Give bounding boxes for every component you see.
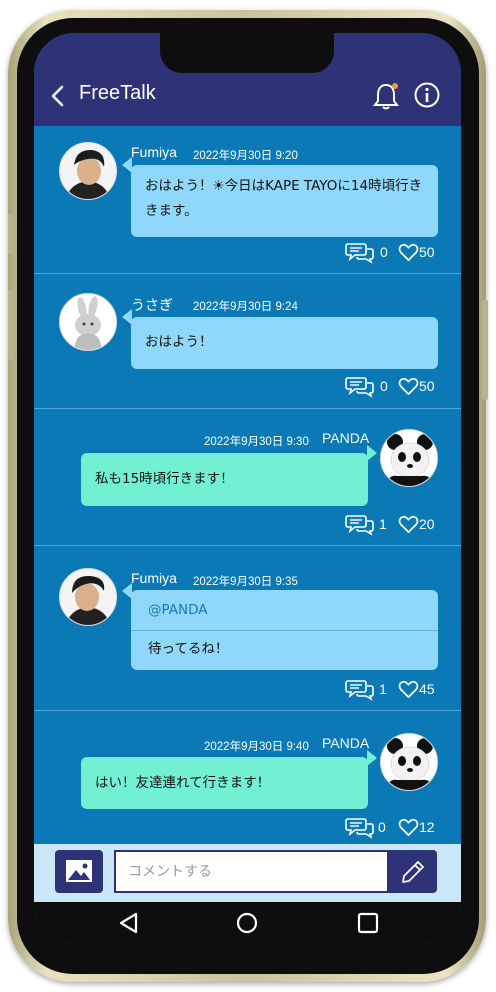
comment-bubbles-icon[interactable] — [345, 376, 375, 398]
like-count: 50 — [419, 244, 435, 260]
message-line: おはよう！ — [145, 334, 213, 350]
message-line: きます。 — [145, 203, 198, 219]
heart-icon[interactable] — [398, 515, 419, 534]
message-bubble[interactable]: はい！友達連れて行きます！ — [81, 757, 368, 809]
message-bubble[interactable]: 私も15時頃行きます！ — [81, 453, 368, 506]
message-divider — [34, 545, 461, 546]
message-username: PANDA — [322, 430, 370, 446]
avatar-panda[interactable] — [380, 733, 438, 791]
message-bubble[interactable]: おはよう！ — [131, 317, 438, 369]
comment-count: 1 — [379, 681, 387, 697]
side-button-left-2 — [8, 290, 14, 360]
message-divider — [34, 273, 461, 274]
bubble-tail — [367, 750, 377, 766]
comment-count: 0 — [380, 378, 388, 394]
image-icon — [66, 860, 92, 882]
comment-bubbles-icon[interactable] — [345, 679, 375, 701]
bubble-separator — [131, 630, 438, 631]
chevron-left-icon[interactable] — [48, 84, 68, 108]
message-username: うさぎ — [131, 297, 173, 313]
side-button-left — [8, 214, 14, 254]
message-bubble[interactable]: @PANDA 待ってるね！ — [131, 590, 438, 670]
notification-dot — [392, 83, 398, 89]
triangle-back-icon[interactable] — [116, 910, 142, 936]
page-title: FreeTalk — [79, 82, 156, 104]
heart-icon[interactable] — [398, 243, 419, 262]
app-header: FreeTalk — [34, 33, 461, 126]
camera-notch — [160, 33, 334, 73]
message-timestamp: 2022年9月30日 9:30 — [204, 436, 309, 448]
avatar-fumiya[interactable] — [59, 568, 117, 626]
message-divider — [34, 408, 461, 409]
avatar-fumiya[interactable] — [59, 142, 117, 200]
comment-bubbles-icon[interactable] — [345, 514, 375, 536]
message-timestamp: 2022年9月30日 9:40 — [204, 741, 309, 753]
comment-count: 0 — [380, 244, 388, 260]
like-count: 45 — [419, 681, 435, 697]
avatar-usagi[interactable] — [59, 293, 117, 351]
pencil-icon — [402, 861, 424, 883]
comment-input[interactable]: コメントする — [114, 850, 389, 893]
comment-composer: コメントする — [34, 844, 461, 902]
message-line: おはよう！☀今日はKAPE TAYOに14時頃行き — [145, 178, 423, 194]
square-recent-icon[interactable] — [355, 910, 381, 936]
message-line: 待ってるね！ — [148, 641, 229, 657]
like-count: 12 — [419, 819, 435, 835]
message-timestamp: 2022年9月30日 9:24 — [193, 301, 298, 313]
heart-icon[interactable] — [398, 680, 419, 699]
comment-count: 0 — [378, 819, 386, 835]
avatar-panda[interactable] — [380, 429, 438, 487]
like-count: 50 — [419, 378, 435, 394]
info-icon[interactable] — [414, 82, 440, 108]
message-username: PANDA — [322, 735, 370, 751]
app-screen: FreeTalk Fumiya 2022年9月30日 9:20 おはよう！☀今日… — [34, 33, 461, 944]
post-comment-button[interactable] — [389, 850, 437, 893]
message-line: はい！友達連れて行きます！ — [95, 775, 271, 791]
comment-bubbles-icon[interactable] — [345, 817, 375, 839]
message-username: Fumiya — [131, 570, 177, 586]
message-username: Fumiya — [131, 144, 177, 160]
message-timestamp: 2022年9月30日 9:20 — [193, 150, 298, 162]
comment-bubbles-icon[interactable] — [345, 242, 375, 264]
side-button-right — [482, 300, 488, 400]
heart-icon[interactable] — [398, 818, 419, 837]
message-bubble[interactable]: おはよう！☀今日はKAPE TAYOに14時頃行き きます。 — [131, 165, 438, 237]
message-divider — [34, 710, 461, 711]
mention-tag[interactable]: @PANDA — [148, 598, 208, 623]
circle-home-icon[interactable] — [234, 910, 260, 936]
message-line: 私も15時頃行きます！ — [95, 471, 234, 487]
system-nav-bar — [34, 902, 461, 944]
comment-count: 1 — [379, 516, 387, 532]
bubble-tail — [367, 445, 377, 461]
message-timestamp: 2022年9月30日 9:35 — [193, 576, 298, 588]
like-count: 20 — [419, 516, 435, 532]
image-attach-button[interactable] — [55, 850, 103, 893]
heart-icon[interactable] — [398, 377, 419, 396]
